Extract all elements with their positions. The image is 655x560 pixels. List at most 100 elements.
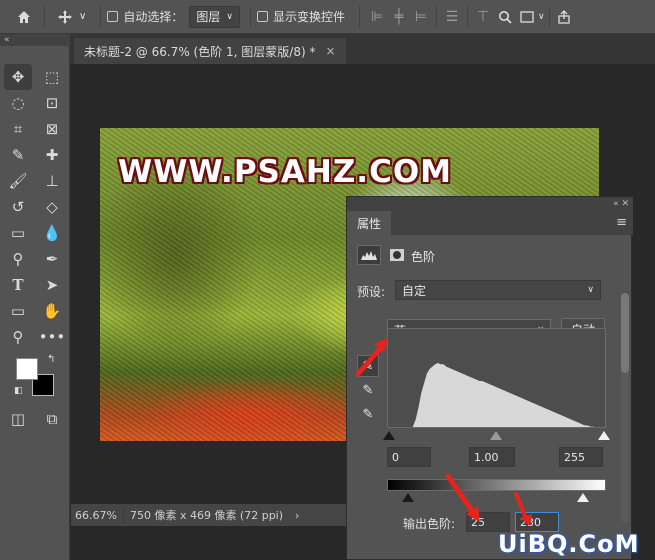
panel-collapse[interactable]: « ✕ (347, 197, 633, 211)
input-black-field[interactable]: 0 (387, 447, 431, 467)
input-gamma-slider[interactable] (490, 431, 502, 440)
chevron-down-icon: ∨ (226, 11, 233, 22)
stamp-tool-icon[interactable]: ⊥ (38, 168, 66, 194)
gray-eyedropper-icon[interactable]: ✎ (357, 379, 379, 401)
object-select-icon[interactable]: ⊡ (38, 90, 66, 116)
histogram-graph (412, 363, 595, 427)
output-levels-label: 输出色阶: (403, 517, 456, 531)
foreground-color-swatch[interactable] (16, 358, 38, 380)
align-center-icon[interactable]: ╪ (388, 9, 410, 25)
output-black-slider[interactable] (402, 493, 414, 502)
align-top-icon[interactable]: ⊤ (472, 9, 494, 25)
preset-value: 自定 (402, 283, 427, 298)
output-white-slider[interactable] (577, 493, 589, 502)
canvas-lower-area (71, 526, 351, 560)
tools-panel: ✥ ⬚ ◌ ⊡ ⌗ ⊠ ✎ ✚ 🖌 ⊥ ↺ ◇ ▭ 💧 ⚲ ✒ T ➤ ▭ ✋ … (0, 46, 70, 560)
document-size: 750 像素 x 469 像素 (72 ppi) (122, 507, 289, 523)
blur-tool-icon[interactable]: 💧 (38, 220, 66, 246)
artwork-text: WWW.PSAHZ.COM (118, 154, 453, 190)
panel-scrollbar[interactable] (621, 293, 629, 523)
zoom-tool-icon[interactable]: ⚲ (4, 324, 32, 350)
panel-tab-row: 属性 ≡ (347, 211, 633, 235)
preset-label: 预设: (357, 285, 386, 299)
input-white-field[interactable]: 255 (559, 447, 603, 467)
auto-select-label: 自动选择： (123, 10, 184, 24)
status-arrow-icon[interactable]: › (289, 509, 305, 522)
input-gamma-field[interactable]: 1.00 (469, 447, 515, 467)
properties-panel: « ✕ 属性 ≡ 色阶 预设: 自定 ∨ 蓝 ∨ 自动 ✎ ✎ ✎ 0 1.00… (346, 196, 633, 560)
lasso-tool-icon[interactable]: ◌ (4, 90, 32, 116)
white-eyedropper-icon[interactable]: ✎ (357, 403, 379, 425)
distribute-icon[interactable]: ☰ (441, 9, 463, 25)
status-bar: 66.67% 750 像素 x 469 像素 (72 ppi) › (71, 504, 351, 526)
move-tool-icon[interactable]: ✥ (4, 64, 32, 90)
layer-dropdown[interactable]: 图层 ∨ (189, 5, 240, 28)
histogram-area (412, 363, 595, 427)
tab-properties[interactable]: 属性 (347, 211, 392, 235)
dodge-tool-icon[interactable]: ⚲ (4, 246, 32, 272)
show-transform-label: 显示变换控件 (272, 10, 345, 24)
output-gradient-bar (387, 479, 606, 491)
histogram (387, 328, 606, 428)
chevron-down-icon[interactable]: ∨ (538, 12, 545, 22)
crop-tool-icon[interactable]: ⌗ (4, 116, 32, 142)
chevron-down-icon[interactable]: ∨ (79, 11, 86, 22)
input-white-slider[interactable] (598, 431, 610, 440)
history-brush-icon[interactable]: ↺ (4, 194, 32, 220)
output-white-field[interactable]: 230 (515, 512, 559, 532)
move-tool-icon[interactable] (51, 3, 79, 31)
marquee-tool-icon[interactable]: ⬚ (38, 64, 66, 90)
align-left-icon[interactable]: ⊫ (366, 9, 388, 25)
rectangle-tool-icon[interactable]: ▭ (4, 298, 32, 324)
more-tools-icon[interactable]: ••• (38, 324, 66, 350)
separator (548, 5, 550, 28)
eraser-tool-icon[interactable]: ◇ (38, 194, 66, 220)
separator (249, 5, 251, 28)
workspace-icon[interactable] (516, 3, 538, 31)
show-transform-checkbox[interactable] (256, 11, 268, 22)
mask-icon[interactable] (385, 245, 409, 265)
hand-tool-icon[interactable]: ✋ (38, 298, 66, 324)
toolbar-collapse[interactable]: « (0, 34, 70, 46)
scrollbar-thumb[interactable] (621, 293, 629, 373)
default-colors-icon[interactable]: ◧ (14, 386, 23, 396)
document-tab-title: 未标题-2 @ 66.7% (色阶 1, 图层蒙版/8) * (84, 44, 316, 59)
separator (100, 5, 102, 28)
healing-tool-icon[interactable]: ✚ (38, 142, 66, 168)
separator (358, 5, 360, 28)
levels-icon (357, 245, 381, 265)
panel-menu-icon[interactable]: ≡ (616, 215, 627, 230)
align-right-icon[interactable]: ⊨ (410, 9, 432, 25)
black-eyedropper-icon[interactable]: ✎ (357, 355, 379, 377)
brush-tool-icon[interactable]: 🖌 (4, 168, 32, 194)
gradient-tool-icon[interactable]: ▭ (4, 220, 32, 246)
share-icon[interactable] (554, 3, 574, 31)
pen-tool-icon[interactable]: ✒ (38, 246, 66, 272)
search-icon[interactable] (494, 3, 516, 31)
chevron-down-icon: ∨ (587, 285, 594, 295)
swap-colors-icon[interactable]: ↰ (47, 354, 55, 365)
close-icon[interactable]: × (325, 44, 335, 58)
zoom-level[interactable]: 66.67% (71, 509, 123, 522)
type-tool-icon[interactable]: T (4, 272, 32, 298)
panel-title: 色阶 (411, 250, 436, 264)
options-bar: ∨ 自动选择： 图层 ∨ 显示变换控件 ⊫ ╪ ⊨ ☰ ⊤ ∨ (0, 0, 655, 34)
quick-mask-icon[interactable]: ◫ (4, 406, 32, 432)
separator (435, 5, 437, 28)
preset-dropdown[interactable]: 自定 ∨ (395, 280, 601, 300)
frame-tool-icon[interactable]: ⊠ (38, 116, 66, 142)
separator (466, 5, 468, 28)
output-black-field[interactable]: 25 (466, 512, 510, 532)
document-tab-bar: 未标题-2 @ 66.7% (色阶 1, 图层蒙版/8) * × (70, 34, 655, 64)
auto-select-checkbox[interactable] (107, 11, 119, 22)
collapse-icon: « (613, 199, 619, 209)
document-tab[interactable]: 未标题-2 @ 66.7% (色阶 1, 图层蒙版/8) * × (74, 38, 346, 64)
watermark-logo: UiBQ.CoM (498, 530, 640, 558)
home-icon[interactable] (10, 3, 38, 31)
separator (44, 5, 45, 28)
layer-dropdown-value: 图层 (196, 10, 221, 24)
input-black-slider[interactable] (383, 431, 395, 440)
screen-mode-icon[interactable]: ⧉ (38, 406, 66, 432)
eyedropper-tool-icon[interactable]: ✎ (4, 142, 32, 168)
path-select-icon[interactable]: ➤ (38, 272, 66, 298)
